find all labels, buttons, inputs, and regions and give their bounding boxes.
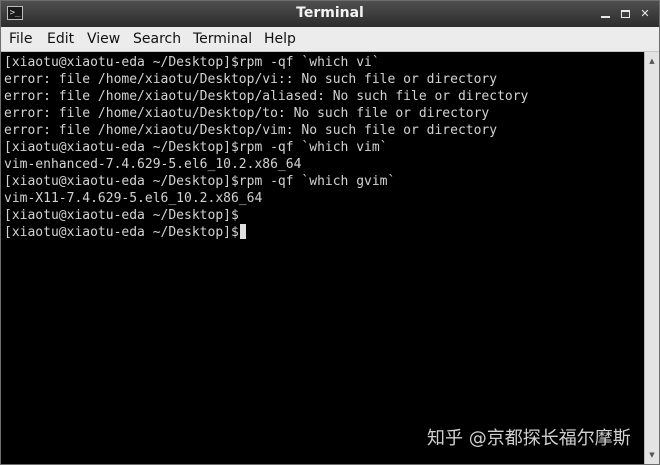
terminal-line: error: file /home/xiaotu/Desktop/aliased… [4, 89, 529, 104]
scroll-up-icon[interactable]: ▲ [645, 54, 659, 68]
terminal-prompt-line: [xiaotu@xiaotu-eda ~/Desktop]$ [4, 224, 528, 241]
menu-view[interactable]: View [87, 31, 120, 47]
terminal-window: >_ Terminal ✕ File Edit View Search Term… [0, 0, 660, 465]
close-icon[interactable]: ✕ [637, 6, 653, 22]
title-bar[interactable]: >_ Terminal ✕ [1, 1, 659, 27]
vertical-scrollbar[interactable]: ▲ ▼ [644, 52, 659, 464]
menu-edit[interactable]: Edit [47, 31, 74, 47]
menu-help[interactable]: Help [264, 31, 296, 47]
terminal-line: error: file /home/xiaotu/Desktop/vi:: No… [4, 72, 498, 87]
terminal-line: error: file /home/xiaotu/Desktop/vim: No… [4, 123, 498, 138]
terminal-line: vim-X11-7.4.629-5.el6_10.2.x86_64 [4, 191, 263, 206]
menu-file[interactable]: File [9, 31, 32, 47]
window-title: Terminal [296, 5, 364, 21]
maximize-icon[interactable] [617, 6, 633, 22]
terminal-line: vim-enhanced-7.4.629-5.el6_10.2.x86_64 [4, 157, 302, 172]
text-cursor [239, 224, 246, 239]
terminal-line: [xiaotu@xiaotu-eda ~/Desktop]$rpm -qf `w… [4, 55, 380, 70]
scroll-down-icon[interactable]: ▼ [645, 448, 659, 462]
terminal-output[interactable]: [xiaotu@xiaotu-eda ~/Desktop]$rpm -qf `w… [1, 52, 644, 464]
minimize-icon[interactable] [597, 6, 613, 22]
terminal-line: [xiaotu@xiaotu-eda ~/Desktop]$rpm -qf `w… [4, 140, 388, 155]
menu-bar: File Edit View Search Terminal Help [1, 27, 659, 52]
watermark: 知乎 @京都探长福尔摩斯 [427, 428, 631, 449]
terminal-line: error: file /home/xiaotu/Desktop/to: No … [4, 106, 490, 121]
menu-search[interactable]: Search [133, 31, 181, 47]
menu-terminal[interactable]: Terminal [193, 31, 252, 47]
terminal-prompt: [xiaotu@xiaotu-eda ~/Desktop]$ [4, 225, 239, 240]
terminal-line: [xiaotu@xiaotu-eda ~/Desktop]$ [4, 208, 239, 223]
terminal-line: [xiaotu@xiaotu-eda ~/Desktop]$rpm -qf `w… [4, 174, 396, 189]
